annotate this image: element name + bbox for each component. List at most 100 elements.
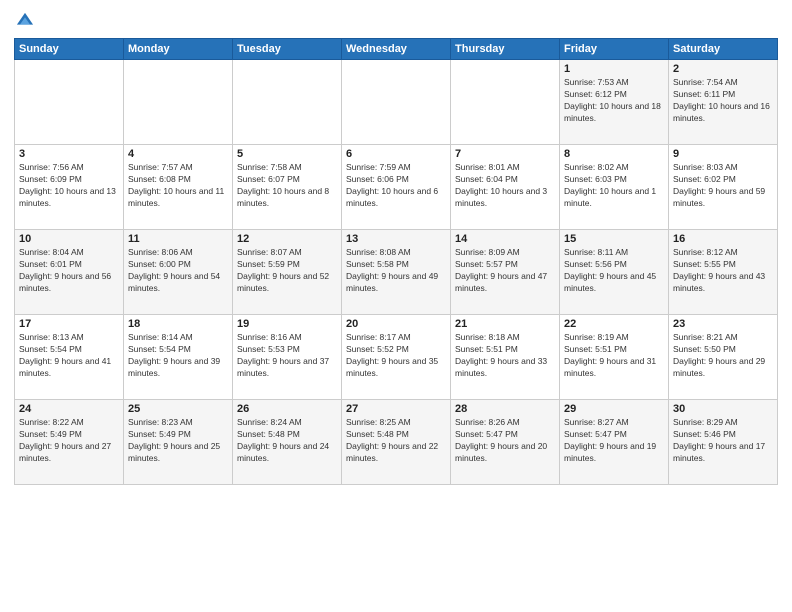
weekday-header: Saturday (669, 39, 778, 60)
calendar-cell: 26 Sunrise: 8:24 AM Sunset: 5:48 PM Dayli… (233, 400, 342, 485)
day-info: Sunrise: 8:26 AM Sunset: 5:47 PM Dayligh… (455, 417, 555, 465)
day-info: Sunrise: 8:07 AM Sunset: 5:59 PM Dayligh… (237, 247, 337, 295)
calendar-cell (233, 60, 342, 145)
calendar-cell (451, 60, 560, 145)
calendar-cell: 28 Sunrise: 8:26 AM Sunset: 5:47 PM Dayli… (451, 400, 560, 485)
day-info: Sunrise: 8:02 AM Sunset: 6:03 PM Dayligh… (564, 162, 664, 210)
calendar-cell: 19Sunrise: 8:16 AM Sunset: 5:53 PM Dayli… (233, 315, 342, 400)
calendar-cell (15, 60, 124, 145)
day-info: Sunrise: 7:57 AM Sunset: 6:08 PM Dayligh… (128, 162, 228, 210)
day-info: Sunrise: 8:14 AM Sunset: 5:54 PM Dayligh… (128, 332, 228, 380)
day-number: 16 (673, 233, 773, 245)
day-number: 14 (455, 233, 555, 245)
day-info: Sunrise: 8:03 AM Sunset: 6:02 PM Dayligh… (673, 162, 773, 210)
day-info: Sunrise: 8:09 AM Sunset: 5:57 PM Dayligh… (455, 247, 555, 295)
day-info: Sunrise: 8:04 AM Sunset: 6:01 PM Dayligh… (19, 247, 119, 295)
day-info: Sunrise: 8:13 AM Sunset: 5:54 PM Dayligh… (19, 332, 119, 380)
calendar-cell: 7 Sunrise: 8:01 AM Sunset: 6:04 PM Daylig… (451, 145, 560, 230)
calendar-cell (342, 60, 451, 145)
logo-icon (14, 10, 36, 32)
calendar-cell: 20 Sunrise: 8:17 AM Sunset: 5:52 PM Dayli… (342, 315, 451, 400)
day-info: Sunrise: 8:06 AM Sunset: 6:00 PM Dayligh… (128, 247, 228, 295)
calendar-week-row: 10 Sunrise: 8:04 AM Sunset: 6:01 PM Dayli… (15, 230, 778, 315)
calendar-cell: 30 Sunrise: 8:29 AM Sunset: 5:46 PM Dayli… (669, 400, 778, 485)
calendar-cell: 29 Sunrise: 8:27 AM Sunset: 5:47 PM Dayli… (560, 400, 669, 485)
calendar-cell: 15Sunrise: 8:11 AM Sunset: 5:56 PM Dayli… (560, 230, 669, 315)
day-number: 30 (673, 403, 773, 415)
day-number: 17 (19, 318, 119, 330)
day-number: 24 (19, 403, 119, 415)
day-number: 4 (128, 148, 228, 160)
day-number: 27 (346, 403, 446, 415)
calendar-cell: 14 Sunrise: 8:09 AM Sunset: 5:57 PM Dayli… (451, 230, 560, 315)
day-number: 1 (564, 63, 664, 75)
calendar-cell: 23Sunrise: 8:21 AM Sunset: 5:50 PM Dayli… (669, 315, 778, 400)
calendar-cell: 9 Sunrise: 8:03 AM Sunset: 6:02 PM Daylig… (669, 145, 778, 230)
weekday-header: Sunday (15, 39, 124, 60)
day-number: 29 (564, 403, 664, 415)
day-info: Sunrise: 7:58 AM Sunset: 6:07 PM Dayligh… (237, 162, 337, 210)
day-number: 26 (237, 403, 337, 415)
calendar-cell: 5 Sunrise: 7:58 AM Sunset: 6:07 PM Daylig… (233, 145, 342, 230)
day-number: 3 (19, 148, 119, 160)
day-number: 13 (346, 233, 446, 245)
day-info: Sunrise: 8:24 AM Sunset: 5:48 PM Dayligh… (237, 417, 337, 465)
calendar-cell: 4 Sunrise: 7:57 AM Sunset: 6:08 PM Daylig… (124, 145, 233, 230)
day-number: 21 (455, 318, 555, 330)
calendar-cell: 11Sunrise: 8:06 AM Sunset: 6:00 PM Dayli… (124, 230, 233, 315)
day-info: Sunrise: 8:01 AM Sunset: 6:04 PM Dayligh… (455, 162, 555, 210)
logo (14, 10, 40, 32)
calendar-cell: 10 Sunrise: 8:04 AM Sunset: 6:01 PM Dayli… (15, 230, 124, 315)
day-number: 18 (128, 318, 228, 330)
calendar-cell: 16 Sunrise: 8:12 AM Sunset: 5:55 PM Dayli… (669, 230, 778, 315)
day-number: 20 (346, 318, 446, 330)
header (14, 10, 778, 32)
calendar-cell: 13 Sunrise: 8:08 AM Sunset: 5:58 PM Dayli… (342, 230, 451, 315)
day-info: Sunrise: 8:16 AM Sunset: 5:53 PM Dayligh… (237, 332, 337, 380)
calendar-cell: 27Sunrise: 8:25 AM Sunset: 5:48 PM Dayli… (342, 400, 451, 485)
calendar-cell: 17 Sunrise: 8:13 AM Sunset: 5:54 PM Dayli… (15, 315, 124, 400)
day-number: 8 (564, 148, 664, 160)
calendar-cell: 18 Sunrise: 8:14 AM Sunset: 5:54 PM Dayli… (124, 315, 233, 400)
day-number: 25 (128, 403, 228, 415)
calendar-cell: 2Sunrise: 7:54 AM Sunset: 6:11 PM Daylig… (669, 60, 778, 145)
day-number: 22 (564, 318, 664, 330)
calendar-cell: 24 Sunrise: 8:22 AM Sunset: 5:49 PM Dayli… (15, 400, 124, 485)
weekday-header: Thursday (451, 39, 560, 60)
calendar-week-row: 1 Sunrise: 7:53 AM Sunset: 6:12 PM Daylig… (15, 60, 778, 145)
day-number: 7 (455, 148, 555, 160)
calendar-cell: 6 Sunrise: 7:59 AM Sunset: 6:06 PM Daylig… (342, 145, 451, 230)
day-number: 10 (19, 233, 119, 245)
day-info: Sunrise: 8:08 AM Sunset: 5:58 PM Dayligh… (346, 247, 446, 295)
day-info: Sunrise: 8:29 AM Sunset: 5:46 PM Dayligh… (673, 417, 773, 465)
calendar-week-row: 3 Sunrise: 7:56 AM Sunset: 6:09 PM Daylig… (15, 145, 778, 230)
day-info: Sunrise: 7:59 AM Sunset: 6:06 PM Dayligh… (346, 162, 446, 210)
day-info: Sunrise: 8:12 AM Sunset: 5:55 PM Dayligh… (673, 247, 773, 295)
calendar-cell: 21 Sunrise: 8:18 AM Sunset: 5:51 PM Dayli… (451, 315, 560, 400)
day-info: Sunrise: 7:56 AM Sunset: 6:09 PM Dayligh… (19, 162, 119, 210)
day-info: Sunrise: 8:22 AM Sunset: 5:49 PM Dayligh… (19, 417, 119, 465)
calendar-week-row: 24 Sunrise: 8:22 AM Sunset: 5:49 PM Dayli… (15, 400, 778, 485)
day-number: 12 (237, 233, 337, 245)
calendar-cell: 12 Sunrise: 8:07 AM Sunset: 5:59 PM Dayli… (233, 230, 342, 315)
day-info: Sunrise: 8:27 AM Sunset: 5:47 PM Dayligh… (564, 417, 664, 465)
day-number: 5 (237, 148, 337, 160)
day-number: 6 (346, 148, 446, 160)
day-info: Sunrise: 8:17 AM Sunset: 5:52 PM Dayligh… (346, 332, 446, 380)
weekday-header: Friday (560, 39, 669, 60)
day-number: 9 (673, 148, 773, 160)
day-info: Sunrise: 8:19 AM Sunset: 5:51 PM Dayligh… (564, 332, 664, 380)
calendar-cell: 3 Sunrise: 7:56 AM Sunset: 6:09 PM Daylig… (15, 145, 124, 230)
calendar-cell: 25 Sunrise: 8:23 AM Sunset: 5:49 PM Dayli… (124, 400, 233, 485)
day-info: Sunrise: 8:11 AM Sunset: 5:56 PM Dayligh… (564, 247, 664, 295)
calendar-body: 1 Sunrise: 7:53 AM Sunset: 6:12 PM Daylig… (15, 60, 778, 485)
calendar-cell: 22 Sunrise: 8:19 AM Sunset: 5:51 PM Dayli… (560, 315, 669, 400)
calendar-header-row: SundayMondayTuesdayWednesdayThursdayFrid… (15, 39, 778, 60)
day-info: Sunrise: 8:23 AM Sunset: 5:49 PM Dayligh… (128, 417, 228, 465)
day-number: 28 (455, 403, 555, 415)
day-info: Sunrise: 7:53 AM Sunset: 6:12 PM Dayligh… (564, 77, 664, 125)
weekday-header: Monday (124, 39, 233, 60)
day-info: Sunrise: 8:18 AM Sunset: 5:51 PM Dayligh… (455, 332, 555, 380)
day-info: Sunrise: 8:21 AM Sunset: 5:50 PM Dayligh… (673, 332, 773, 380)
calendar-cell: 1 Sunrise: 7:53 AM Sunset: 6:12 PM Daylig… (560, 60, 669, 145)
